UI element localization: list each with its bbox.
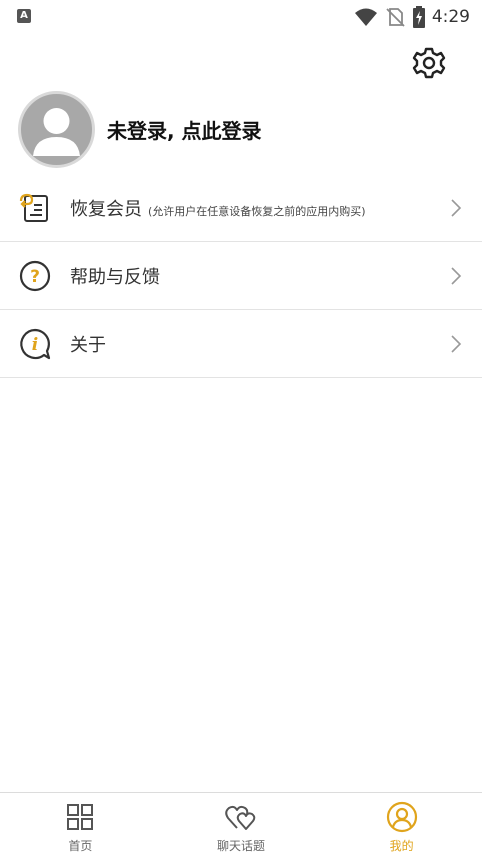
default-avatar-icon: [18, 90, 95, 168]
menu-label-about: 关于: [70, 334, 106, 356]
svg-text:i: i: [32, 335, 38, 355]
nav-label-chat-topics: 聊天话题: [217, 839, 266, 853]
login-prompt: 未登录, 点此登录: [107, 118, 262, 143]
grid-icon: [64, 801, 96, 833]
nav-label-mine: 我的: [389, 839, 414, 853]
status-time: 4:29: [431, 7, 470, 27]
bottom-nav: 首页 聊天话题 我的: [0, 792, 482, 860]
login-profile-area[interactable]: 未登录, 点此登录: [18, 90, 262, 168]
svg-text:?: ?: [30, 267, 40, 287]
question-circle-icon: ?: [18, 259, 52, 293]
menu-item-help-feedback[interactable]: ? 帮助与反馈: [0, 242, 482, 310]
nav-item-home[interactable]: 首页: [0, 793, 161, 860]
menu-sub-restore-membership: (允许用户在任意设备恢复之前的应用内购买): [148, 204, 366, 218]
wifi-icon: [354, 8, 377, 26]
user-circle-icon: [386, 801, 418, 833]
chevron-right-icon: [451, 266, 462, 285]
nav-label-home: 首页: [68, 839, 93, 853]
nav-item-mine[interactable]: 我的: [321, 793, 482, 860]
status-icons: 4:29: [354, 5, 470, 29]
menu-item-restore-membership[interactable]: 恢复会员 (允许用户在任意设备恢复之前的应用内购买): [0, 174, 482, 242]
nav-item-chat-topics[interactable]: 聊天话题: [161, 793, 322, 860]
menu-label-help-feedback: 帮助与反馈: [70, 266, 160, 288]
gear-icon: [412, 47, 446, 79]
settings-button[interactable]: [410, 44, 448, 82]
settings-menu: 恢复会员 (允许用户在任意设备恢复之前的应用内购买) ? 帮助与反馈 i 关于: [0, 174, 482, 378]
status-bar: A 4:29: [0, 0, 482, 34]
hearts-icon: [225, 801, 257, 833]
chevron-right-icon: [451, 198, 462, 217]
restore-membership-icon: [18, 191, 52, 225]
notification-a-icon: A: [17, 9, 31, 23]
menu-item-about[interactable]: i 关于: [0, 310, 482, 378]
no-sim-icon: [386, 8, 405, 27]
menu-label-restore-membership: 恢复会员: [70, 198, 142, 220]
chevron-right-icon: [451, 334, 462, 353]
battery-charging-icon: [412, 6, 425, 28]
info-bubble-icon: i: [18, 327, 52, 361]
